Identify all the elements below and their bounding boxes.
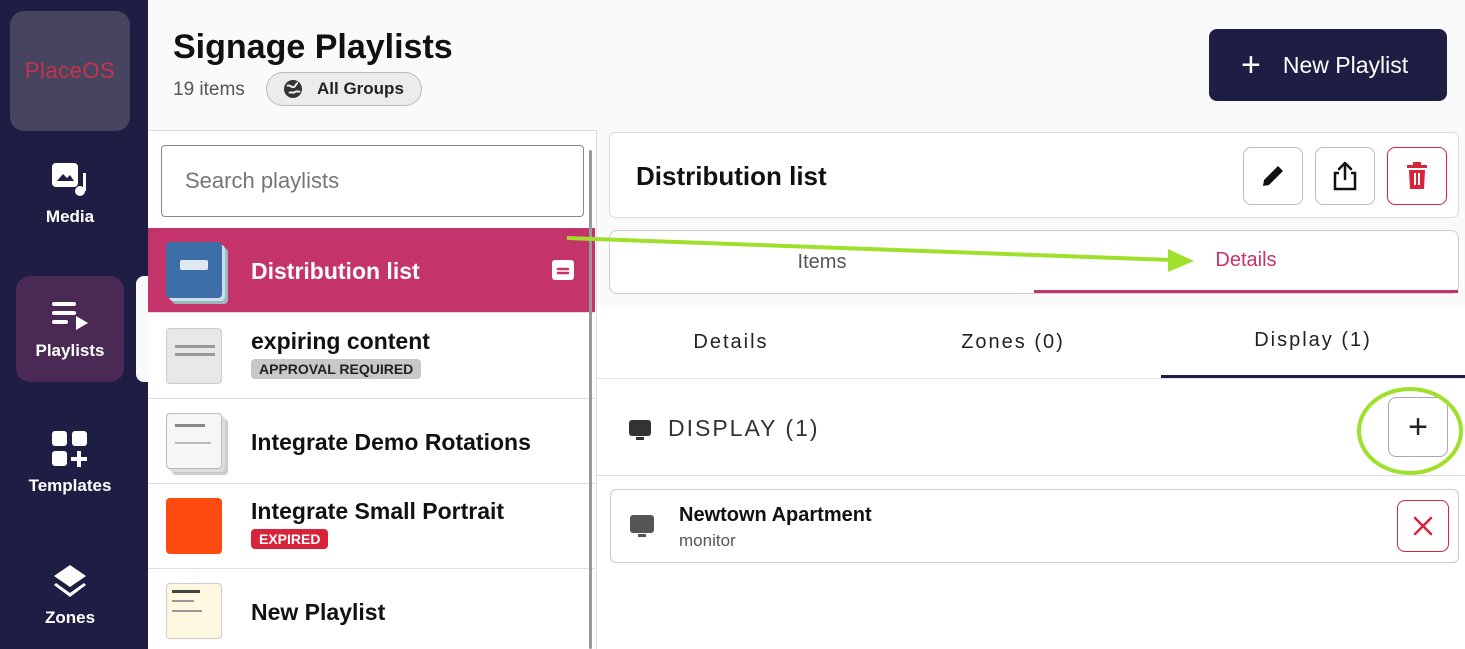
all-groups-chip[interactable]: All Groups bbox=[266, 72, 422, 106]
playlist-thumbnail bbox=[166, 328, 222, 384]
monitor-icon bbox=[629, 420, 651, 440]
globe-icon bbox=[284, 80, 302, 98]
subtab-zones[interactable]: Zones (0) bbox=[881, 306, 1145, 378]
nav-item-playlists[interactable]: Playlists bbox=[16, 276, 124, 382]
playlist-title: Distribution list bbox=[251, 258, 420, 284]
templates-icon bbox=[52, 431, 87, 467]
nav-label-zones: Zones bbox=[44, 608, 96, 627]
share-button[interactable] bbox=[1315, 147, 1375, 205]
tab-items[interactable]: Items bbox=[610, 231, 1034, 293]
tab-details[interactable]: Details bbox=[1034, 231, 1458, 293]
playlist-row-integrate-small-portrait[interactable]: Integrate Small Portrait EXPIRED bbox=[148, 484, 595, 569]
subtab-display[interactable]: Display (1) bbox=[1161, 306, 1465, 378]
display-name: Newtown Apartment bbox=[679, 504, 872, 526]
playlist-row-distribution-list[interactable]: Distribution list bbox=[148, 228, 595, 313]
add-display-button[interactable]: + bbox=[1388, 397, 1448, 457]
logo-text: PlaceOS bbox=[24, 58, 116, 83]
search-input[interactable] bbox=[161, 145, 584, 217]
layers-icon bbox=[54, 565, 86, 597]
list-scrollbar[interactable] bbox=[589, 150, 592, 649]
all-groups-label: All Groups bbox=[317, 79, 404, 98]
playlist-thumbnail bbox=[166, 583, 222, 639]
link-icon[interactable] bbox=[551, 258, 575, 282]
nav-item-media[interactable]: Media bbox=[16, 140, 124, 246]
trash-icon bbox=[1407, 162, 1427, 189]
delete-button[interactable] bbox=[1387, 147, 1447, 205]
page-title: Signage Playlists bbox=[173, 28, 453, 66]
subtab-details[interactable]: Details bbox=[597, 306, 865, 378]
side-nav: PlaceOS Media Playlists Templates Zones bbox=[0, 0, 148, 649]
nav-label-media: Media bbox=[45, 207, 95, 226]
detail-title: Distribution list bbox=[636, 161, 827, 191]
share-icon bbox=[1333, 161, 1357, 191]
display-section-header: DISPLAY (1) + bbox=[597, 379, 1465, 476]
monitor-icon bbox=[630, 515, 654, 537]
playlist-thumbnail bbox=[166, 413, 222, 469]
plus-icon: + bbox=[1408, 407, 1428, 446]
item-count: 19 items bbox=[173, 79, 245, 100]
nav-item-templates[interactable]: Templates bbox=[16, 410, 124, 516]
new-playlist-label: New Playlist bbox=[1282, 51, 1409, 78]
playlist-row-integrate-demo-rotations[interactable]: Integrate Demo Rotations bbox=[148, 399, 595, 484]
nav-item-zones[interactable]: Zones bbox=[16, 542, 124, 648]
expired-badge: EXPIRED bbox=[251, 529, 329, 549]
pencil-icon bbox=[1263, 166, 1283, 186]
playlist-title: expiring content bbox=[251, 328, 430, 354]
nav-collapse-handle[interactable] bbox=[136, 276, 148, 382]
playlist-row-new-playlist[interactable]: New Playlist bbox=[148, 569, 595, 649]
close-icon bbox=[1413, 516, 1433, 536]
media-icon bbox=[52, 163, 86, 196]
new-playlist-button[interactable]: + New Playlist bbox=[1209, 29, 1447, 101]
playlist-thumbnail bbox=[166, 242, 222, 298]
display-type: monitor bbox=[679, 531, 736, 550]
playlist-title: Integrate Small Portrait bbox=[251, 498, 505, 524]
nav-label-templates: Templates bbox=[28, 476, 112, 495]
playlist-title: New Playlist bbox=[251, 599, 386, 625]
playlist-list-panel: Distribution list expiring content APPRO… bbox=[148, 130, 597, 649]
playlist-thumbnail bbox=[166, 498, 222, 554]
details-content: Details Zones (0) Display (1) DISPLAY (1… bbox=[597, 306, 1465, 649]
playlist-detail-header: Distribution list bbox=[609, 132, 1459, 218]
placeos-logo[interactable]: PlaceOS bbox=[10, 11, 130, 131]
remove-display-button[interactable] bbox=[1397, 500, 1449, 552]
playlist-row-expiring-content[interactable]: expiring content APPROVAL REQUIRED bbox=[148, 314, 595, 399]
plus-icon: + bbox=[1241, 46, 1261, 84]
display-section-title: DISPLAY (1) bbox=[668, 415, 820, 441]
nav-label-playlists: Playlists bbox=[35, 341, 105, 360]
approval-required-badge: APPROVAL REQUIRED bbox=[251, 359, 422, 379]
playlist-icon bbox=[52, 302, 88, 330]
edit-button[interactable] bbox=[1243, 147, 1303, 205]
display-list-item: Newtown Apartment monitor bbox=[610, 489, 1459, 563]
playlist-title: Integrate Demo Rotations bbox=[251, 429, 531, 455]
detail-tabs: Items Details bbox=[609, 230, 1459, 294]
